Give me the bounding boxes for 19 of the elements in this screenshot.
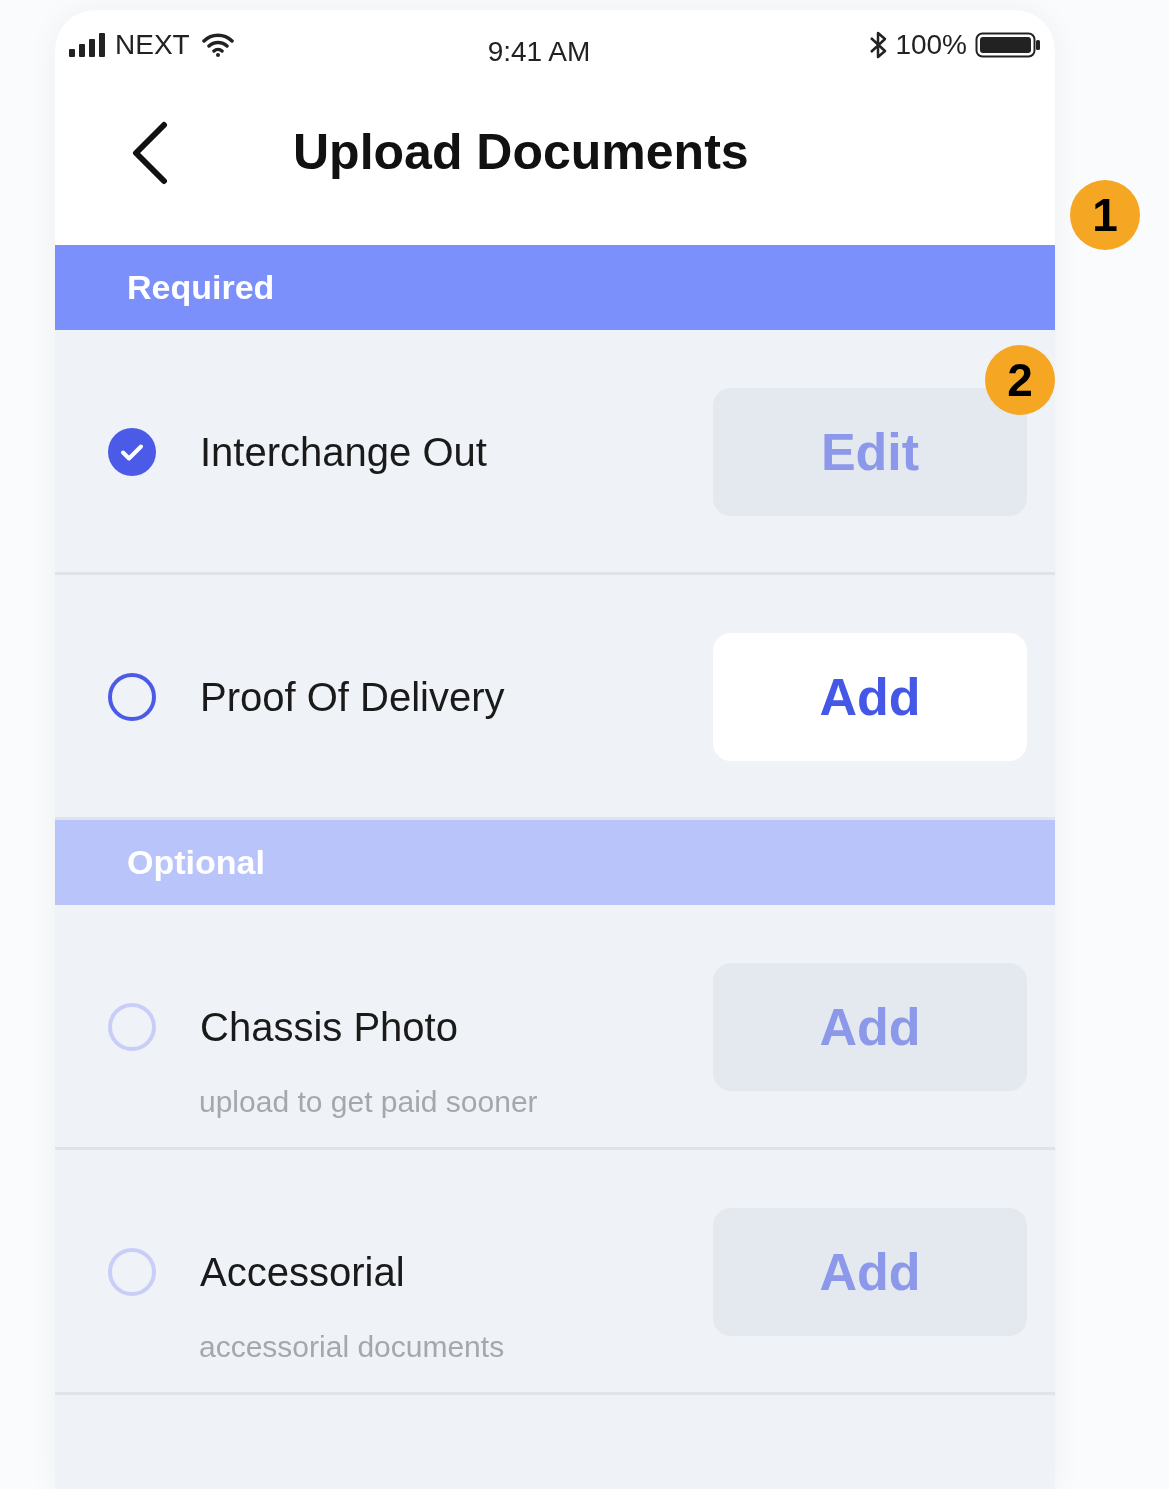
page-title: Upload Documents — [293, 123, 749, 182]
carrier-name: NEXT — [115, 28, 190, 62]
bluetooth-icon — [869, 30, 888, 60]
annotation-badge: 1 — [1070, 180, 1140, 250]
section-label: Required — [127, 267, 275, 308]
document-subtitle: accessorial documents — [199, 1329, 505, 1365]
document-name: Chassis Photo — [200, 1004, 458, 1051]
section-label: Optional — [127, 842, 265, 883]
document-subtitle: upload to get paid sooner — [199, 1084, 538, 1120]
document-name: Proof Of Delivery — [200, 674, 505, 721]
add-button[interactable]: Add — [713, 633, 1027, 761]
document-name: Interchange Out — [200, 429, 487, 476]
back-icon[interactable] — [130, 120, 170, 185]
battery-icon — [975, 32, 1041, 58]
checked-circle-icon[interactable] — [108, 428, 156, 476]
document-name: Accessorial — [200, 1249, 405, 1296]
battery-percent: 100% — [895, 28, 967, 62]
wifi-icon — [201, 33, 234, 57]
status-time: 9:41 AM — [486, 35, 592, 69]
